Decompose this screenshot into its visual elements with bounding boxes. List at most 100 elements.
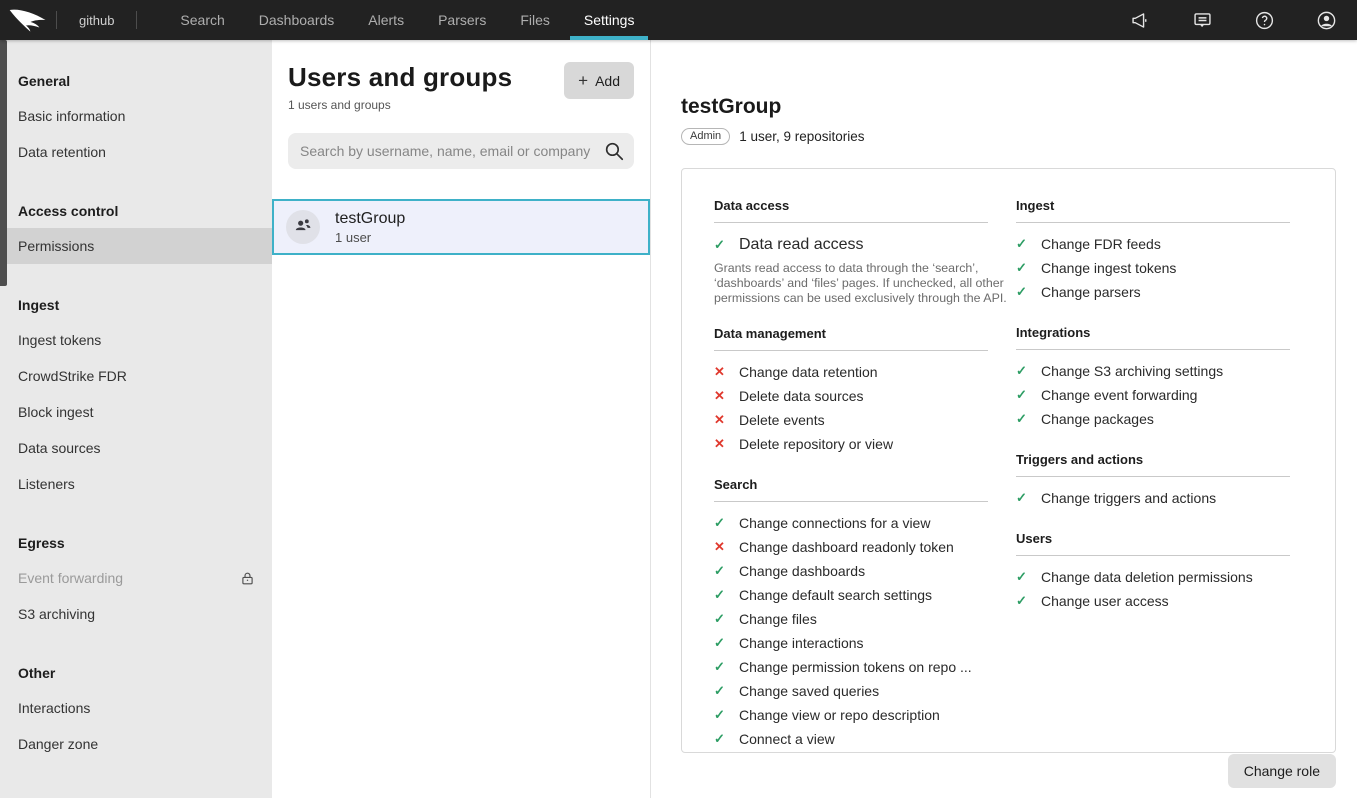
sidebar-scrollbar[interactable]	[0, 40, 7, 286]
users-groups-count: 1 users and groups	[288, 98, 512, 112]
page-title: Users and groups	[288, 62, 512, 93]
nav-tab-files[interactable]: Files	[503, 0, 567, 40]
account-icon[interactable]	[1315, 9, 1337, 31]
permission-label: Connect a view	[739, 727, 835, 751]
search-input[interactable]	[288, 133, 634, 169]
sidebar-section-title: Other	[0, 656, 272, 690]
sidebar-item-basic-information[interactable]: Basic information	[0, 98, 272, 134]
sidebar-item-event-forwarding[interactable]: Event forwarding	[0, 560, 272, 596]
search-icon[interactable]	[603, 140, 625, 162]
sidebar-item-crowdstrike-fdr[interactable]: CrowdStrike FDR	[0, 358, 272, 394]
sidebar-section-title: Ingest	[0, 288, 272, 322]
permission-section-ingest: Ingest✓Change FDR feeds✓Change ingest to…	[1016, 198, 1290, 304]
nav-tab-search[interactable]: Search	[163, 0, 241, 40]
users-groups-panel: Users and groups 1 users and groups + Ad…	[272, 40, 651, 798]
sidebar-section-other: OtherInteractionsDanger zone	[0, 656, 272, 762]
sidebar-section-ingest: IngestIngest tokens CrowdStrike FDR Block …	[0, 288, 272, 502]
permission-label: Change data deletion permissions	[1041, 565, 1253, 589]
sidebar-item-label: CrowdStrike FDR	[18, 368, 127, 384]
permission-label: Change triggers and actions	[1041, 486, 1216, 510]
nav-tab-alerts[interactable]: Alerts	[351, 0, 421, 40]
permission-label: Delete data sources	[739, 384, 864, 408]
permission-label: Change ingest tokens	[1041, 256, 1176, 280]
group-title: testGroup	[681, 95, 1336, 119]
group-meta: 1 user, 9 repositories	[739, 129, 864, 144]
permission-item-change-triggers-and-actions: ✓Change triggers and actions	[1016, 486, 1290, 510]
permission-label: Change view or repo description	[739, 703, 940, 727]
permission-section-search: Search✓Change connections for a view✕Cha…	[714, 477, 988, 751]
nav-tab-dashboards[interactable]: Dashboards	[242, 0, 352, 40]
sidebar-item-label: Permissions	[18, 238, 94, 254]
sidebar-section-access-control: Access controlPermissions	[0, 194, 272, 264]
permission-label: Change connections for a view	[739, 511, 930, 535]
granted-check-icon: ✓	[714, 703, 727, 727]
crowdstrike-falcon-logo[interactable]	[0, 7, 56, 33]
permission-item-connect-a-view: ✓Connect a view	[714, 727, 988, 751]
topbar: github SearchDashboardsAlertsParsersFile…	[0, 0, 1357, 40]
permission-item-change-ingest-tokens: ✓Change ingest tokens	[1016, 256, 1290, 280]
list-item-testgroup[interactable]: testGroup1 user	[272, 199, 650, 255]
permission-label: Delete repository or view	[739, 432, 893, 456]
granted-check-icon: ✓	[714, 655, 727, 679]
permission-item-change-data-deletion-permissions: ✓Change data deletion permissions	[1016, 565, 1290, 589]
sidebar-item-listeners[interactable]: Listeners	[0, 466, 272, 502]
sidebar-section-title: Egress	[0, 526, 272, 560]
plus-icon: +	[578, 72, 588, 89]
sidebar-item-block-ingest[interactable]: Block ingest	[0, 394, 272, 430]
denied-cross-icon: ✕	[714, 384, 727, 408]
topbar-divider	[136, 11, 137, 29]
permissions-column-right: Ingest✓Change FDR feeds✓Change ingest to…	[1016, 198, 1290, 751]
permissions-card: Data access✓Data read accessGrants read …	[681, 168, 1336, 753]
nav-tab-settings[interactable]: Settings	[567, 0, 652, 40]
permission-item-change-interactions: ✓Change interactions	[714, 631, 988, 655]
repository-name[interactable]: github	[57, 13, 136, 28]
sidebar-item-ingest-tokens[interactable]: Ingest tokens	[0, 322, 272, 358]
sidebar-item-danger-zone[interactable]: Danger zone	[0, 726, 272, 762]
search-bar	[288, 133, 634, 169]
sidebar-item-data-sources[interactable]: Data sources	[0, 430, 272, 466]
sidebar-sections: General Basic information Data retention Ac…	[0, 64, 272, 762]
permission-item-change-packages: ✓Change packages	[1016, 407, 1290, 431]
sidebar-item-label: Data sources	[18, 440, 100, 456]
permission-label: Change saved queries	[739, 679, 879, 703]
announcements-icon[interactable]	[1129, 9, 1151, 31]
sidebar-section-title: General	[0, 64, 272, 98]
granted-check-icon: ✓	[714, 232, 727, 258]
permission-label: Change user access	[1041, 589, 1169, 613]
users-groups-header: Users and groups 1 users and groups + Ad…	[272, 40, 650, 112]
permission-label: Delete events	[739, 408, 825, 432]
sidebar-item-interactions[interactable]: Interactions	[0, 690, 272, 726]
granted-check-icon: ✓	[1016, 383, 1029, 407]
feedback-icon[interactable]	[1191, 9, 1213, 31]
sidebar-item-label: Basic information	[18, 108, 125, 124]
list-item-name: testGroup	[335, 209, 405, 228]
permission-item-change-view-or-repo-description: ✓ Change view or repo description	[714, 703, 988, 727]
sidebar-item-data-retention[interactable]: Data retention	[0, 134, 272, 170]
permission-section-triggers-and-actions: Triggers and actions ✓Change triggers and…	[1016, 452, 1290, 510]
permission-label: Data read access	[739, 232, 864, 258]
permission-item-data-read-access: ✓ Data read access	[714, 232, 988, 258]
permission-section-integrations: Integrations✓Change S3 archiving setting…	[1016, 325, 1290, 431]
topbar-actions	[1129, 9, 1357, 31]
sidebar-item-permissions[interactable]: Permissions	[0, 228, 272, 264]
change-role-button[interactable]: Change role	[1228, 754, 1336, 788]
permission-item-change-default-search-settings: ✓Change default search settings	[714, 583, 988, 607]
permission-category-title: Search	[714, 477, 988, 502]
permission-item-change-permission-tokens-on-repo: ✓Change permission tokens on repo ...	[714, 655, 988, 679]
permission-category-title: Triggers and actions	[1016, 452, 1290, 477]
group-avatar	[286, 210, 320, 244]
permission-item-delete-repository-or-view: ✕Delete repository or view	[714, 432, 988, 456]
permission-label: Change parsers	[1041, 280, 1141, 304]
permission-item-delete-events: ✕Delete events	[714, 408, 988, 432]
help-icon[interactable]	[1253, 9, 1275, 31]
granted-check-icon: ✓	[1016, 232, 1029, 256]
granted-check-icon: ✓	[714, 583, 727, 607]
permission-label: Change FDR feeds	[1041, 232, 1161, 256]
nav-tab-parsers[interactable]: Parsers	[421, 0, 503, 40]
add-user-group-button[interactable]: + Add	[564, 62, 634, 99]
permission-category-title: Integrations	[1016, 325, 1290, 350]
role-badge: Admin	[681, 128, 730, 145]
granted-check-icon: ✓	[1016, 589, 1029, 613]
permission-category-title: Data management	[714, 326, 988, 351]
sidebar-item-s3-archiving[interactable]: S3 archiving	[0, 596, 272, 632]
